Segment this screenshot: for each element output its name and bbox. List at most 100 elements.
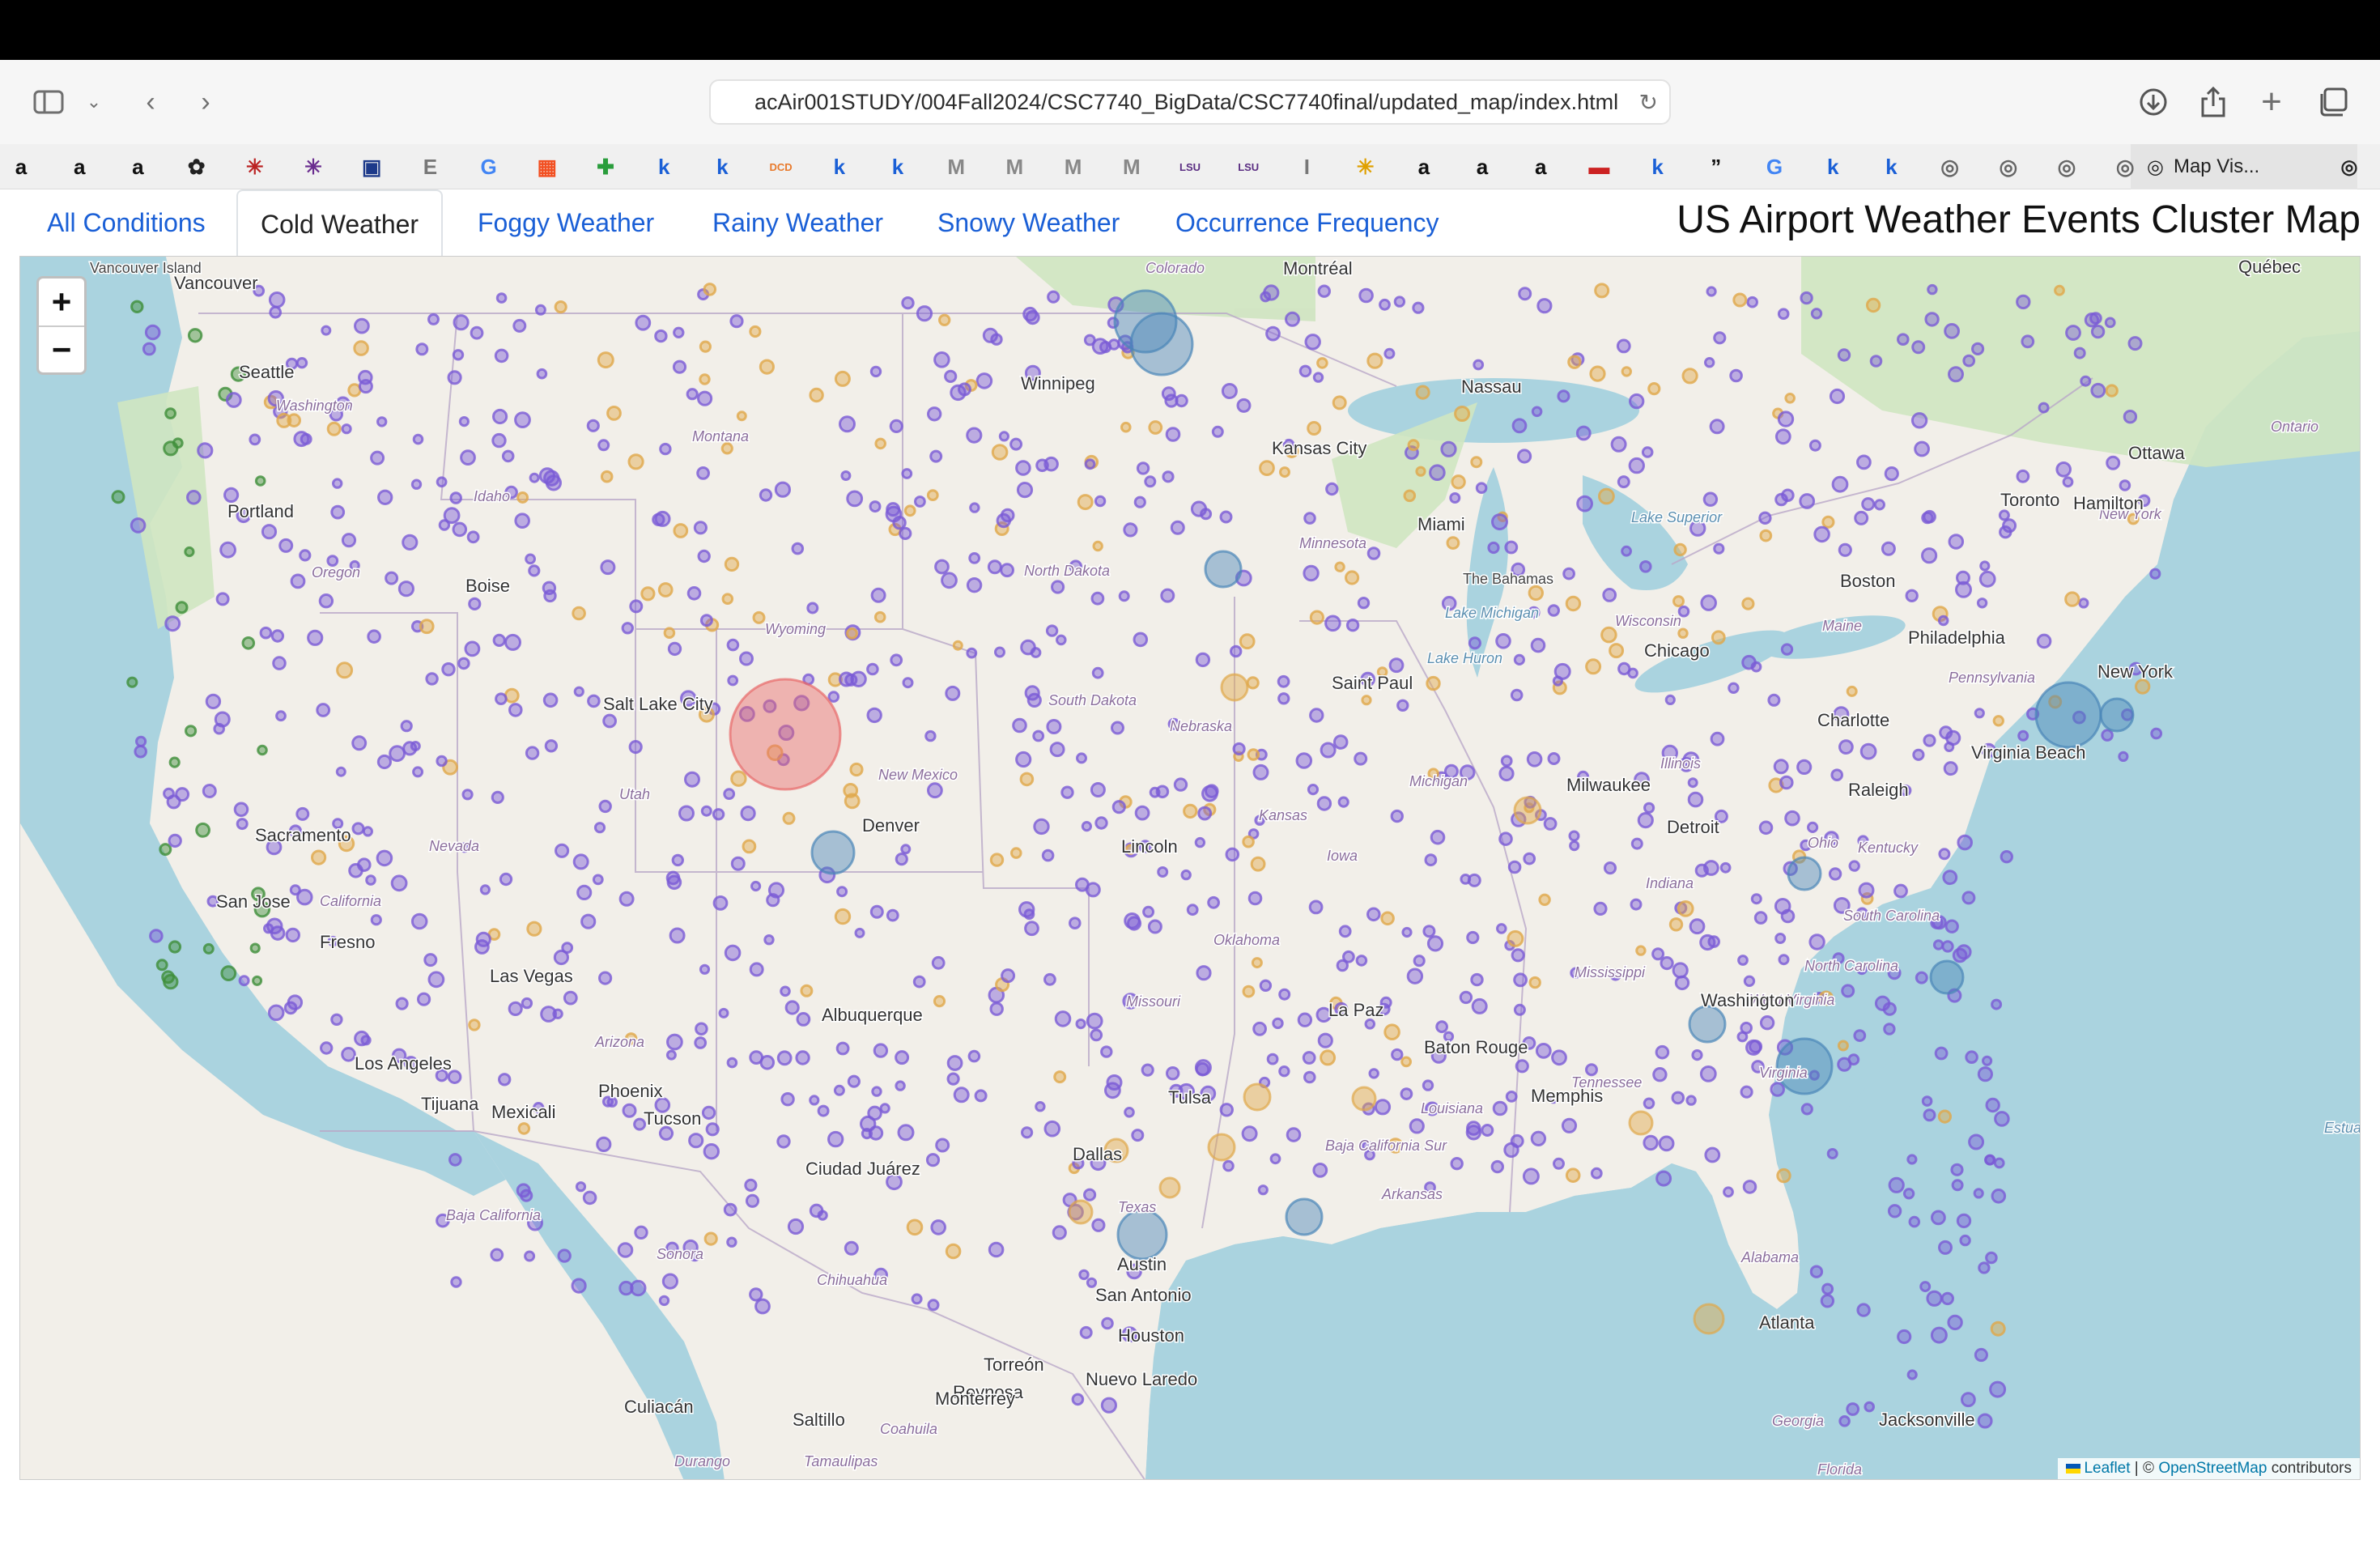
airport-marker[interactable] [1813, 525, 1830, 543]
airport-marker[interactable] [249, 433, 261, 446]
airport-marker[interactable] [1565, 595, 1582, 612]
airport-marker[interactable] [534, 304, 546, 316]
airport-marker[interactable] [1126, 916, 1142, 931]
airport-marker[interactable] [1923, 734, 1936, 747]
airport-marker[interactable] [705, 1122, 720, 1137]
airport-marker[interactable] [2150, 727, 2163, 740]
airport-marker[interactable] [1561, 1117, 1578, 1133]
airport-marker[interactable] [873, 1043, 889, 1058]
airport-marker[interactable] [617, 1242, 634, 1258]
airport-marker[interactable] [142, 342, 156, 356]
airport-marker[interactable] [1927, 283, 1938, 296]
airport-marker[interactable] [1498, 831, 1513, 847]
airport-marker[interactable] [1507, 929, 1524, 947]
airport-marker[interactable] [575, 1181, 587, 1193]
favorite-36-icon[interactable]: ◎ [2110, 152, 2140, 181]
airport-marker[interactable] [847, 1074, 861, 1088]
airport-marker[interactable] [1950, 1163, 1964, 1176]
airport-marker[interactable] [890, 653, 903, 667]
leaflet-link[interactable]: Leaflet [2084, 1460, 2130, 1477]
airport-marker[interactable] [1858, 882, 1875, 899]
airport-marker[interactable] [1538, 893, 1551, 906]
airport-marker[interactable] [1846, 685, 1858, 697]
airport-marker[interactable] [1219, 1103, 1235, 1117]
airport-marker[interactable] [694, 1036, 708, 1049]
airport-marker[interactable] [901, 468, 913, 479]
airport-marker[interactable] [903, 504, 916, 517]
airport-marker[interactable] [1111, 800, 1126, 814]
airport-marker[interactable] [1940, 1291, 1955, 1306]
airport-marker[interactable] [1277, 674, 1290, 688]
tab-snowy-weather[interactable]: Snowy Weather [915, 189, 1142, 256]
airport-marker[interactable] [1012, 717, 1027, 734]
airport-marker[interactable] [1526, 751, 1543, 768]
cluster-marker[interactable] [1204, 550, 1243, 589]
airport-marker[interactable] [1324, 615, 1341, 632]
airport-marker[interactable] [1699, 933, 1716, 951]
airport-marker[interactable] [2080, 375, 2092, 387]
favorite-19-icon[interactable]: M [1117, 152, 1146, 181]
airport-marker[interactable] [1652, 1067, 1668, 1082]
airport-marker[interactable] [544, 739, 559, 753]
airport-marker[interactable] [238, 975, 250, 987]
airport-marker[interactable] [597, 351, 614, 369]
airport-marker[interactable] [1338, 925, 1352, 938]
airport-marker[interactable] [1265, 325, 1281, 342]
airport-marker[interactable] [1451, 474, 1466, 490]
airport-marker[interactable] [1557, 389, 1570, 403]
cluster-marker[interactable] [729, 678, 842, 791]
airport-marker[interactable] [1930, 1326, 1948, 1344]
airport-marker[interactable] [1016, 482, 1034, 499]
airport-marker[interactable] [1473, 359, 1485, 371]
airport-marker[interactable] [126, 676, 138, 688]
airport-marker[interactable] [1921, 1095, 1933, 1107]
airport-marker[interactable] [479, 884, 491, 895]
airport-marker[interactable] [958, 382, 971, 397]
airport-marker[interactable] [1495, 633, 1511, 649]
airport-marker[interactable] [1316, 796, 1332, 811]
airport-marker[interactable] [1956, 1213, 1972, 1229]
airport-marker[interactable] [879, 1103, 890, 1114]
favorite-13-icon[interactable]: DCD [767, 152, 796, 181]
airport-marker[interactable] [1046, 719, 1062, 734]
airport-marker[interactable] [285, 927, 300, 943]
airport-marker[interactable] [1938, 848, 1951, 861]
airport-marker[interactable] [1450, 1157, 1464, 1171]
airport-marker[interactable] [749, 325, 762, 338]
airport-marker[interactable] [902, 677, 914, 689]
airport-marker[interactable] [1355, 955, 1368, 967]
airport-marker[interactable] [1278, 988, 1291, 1001]
favorite-21-icon[interactable]: LSU [1234, 152, 1263, 181]
airport-marker[interactable] [989, 1002, 1004, 1016]
airport-marker[interactable] [1021, 1126, 1034, 1139]
airport-marker[interactable] [657, 582, 674, 598]
airport-marker[interactable] [1906, 1154, 1918, 1165]
airport-marker[interactable] [332, 478, 343, 489]
airport-marker[interactable] [572, 606, 586, 621]
airport-marker[interactable] [330, 1013, 343, 1026]
airport-marker[interactable] [1603, 861, 1617, 875]
airport-marker[interactable] [1391, 1048, 1404, 1061]
airport-marker[interactable] [270, 629, 285, 643]
airport-marker[interactable] [1513, 1003, 1526, 1016]
airport-marker[interactable] [834, 370, 851, 387]
airport-marker[interactable] [1821, 1282, 1834, 1295]
airport-marker[interactable] [290, 573, 306, 589]
airport-marker[interactable] [1543, 817, 1558, 831]
airport-marker[interactable] [1019, 772, 1035, 787]
airport-marker[interactable] [168, 756, 181, 768]
airport-marker[interactable] [1799, 493, 1816, 509]
airport-marker[interactable] [952, 640, 963, 651]
airport-marker[interactable] [293, 431, 310, 448]
airport-marker[interactable] [1247, 748, 1260, 761]
airport-marker[interactable] [1041, 848, 1055, 862]
airport-marker[interactable] [1286, 1127, 1302, 1142]
airport-marker[interactable] [1043, 456, 1059, 472]
airport-marker[interactable] [1994, 1111, 2010, 1127]
airport-marker[interactable] [1585, 1063, 1598, 1077]
airport-marker[interactable] [1101, 1316, 1114, 1330]
airport-marker[interactable] [1470, 972, 1484, 987]
airport-marker[interactable] [436, 755, 448, 768]
airport-marker[interactable] [729, 314, 744, 329]
favorite-35-icon[interactable]: ◎ [2052, 152, 2081, 181]
